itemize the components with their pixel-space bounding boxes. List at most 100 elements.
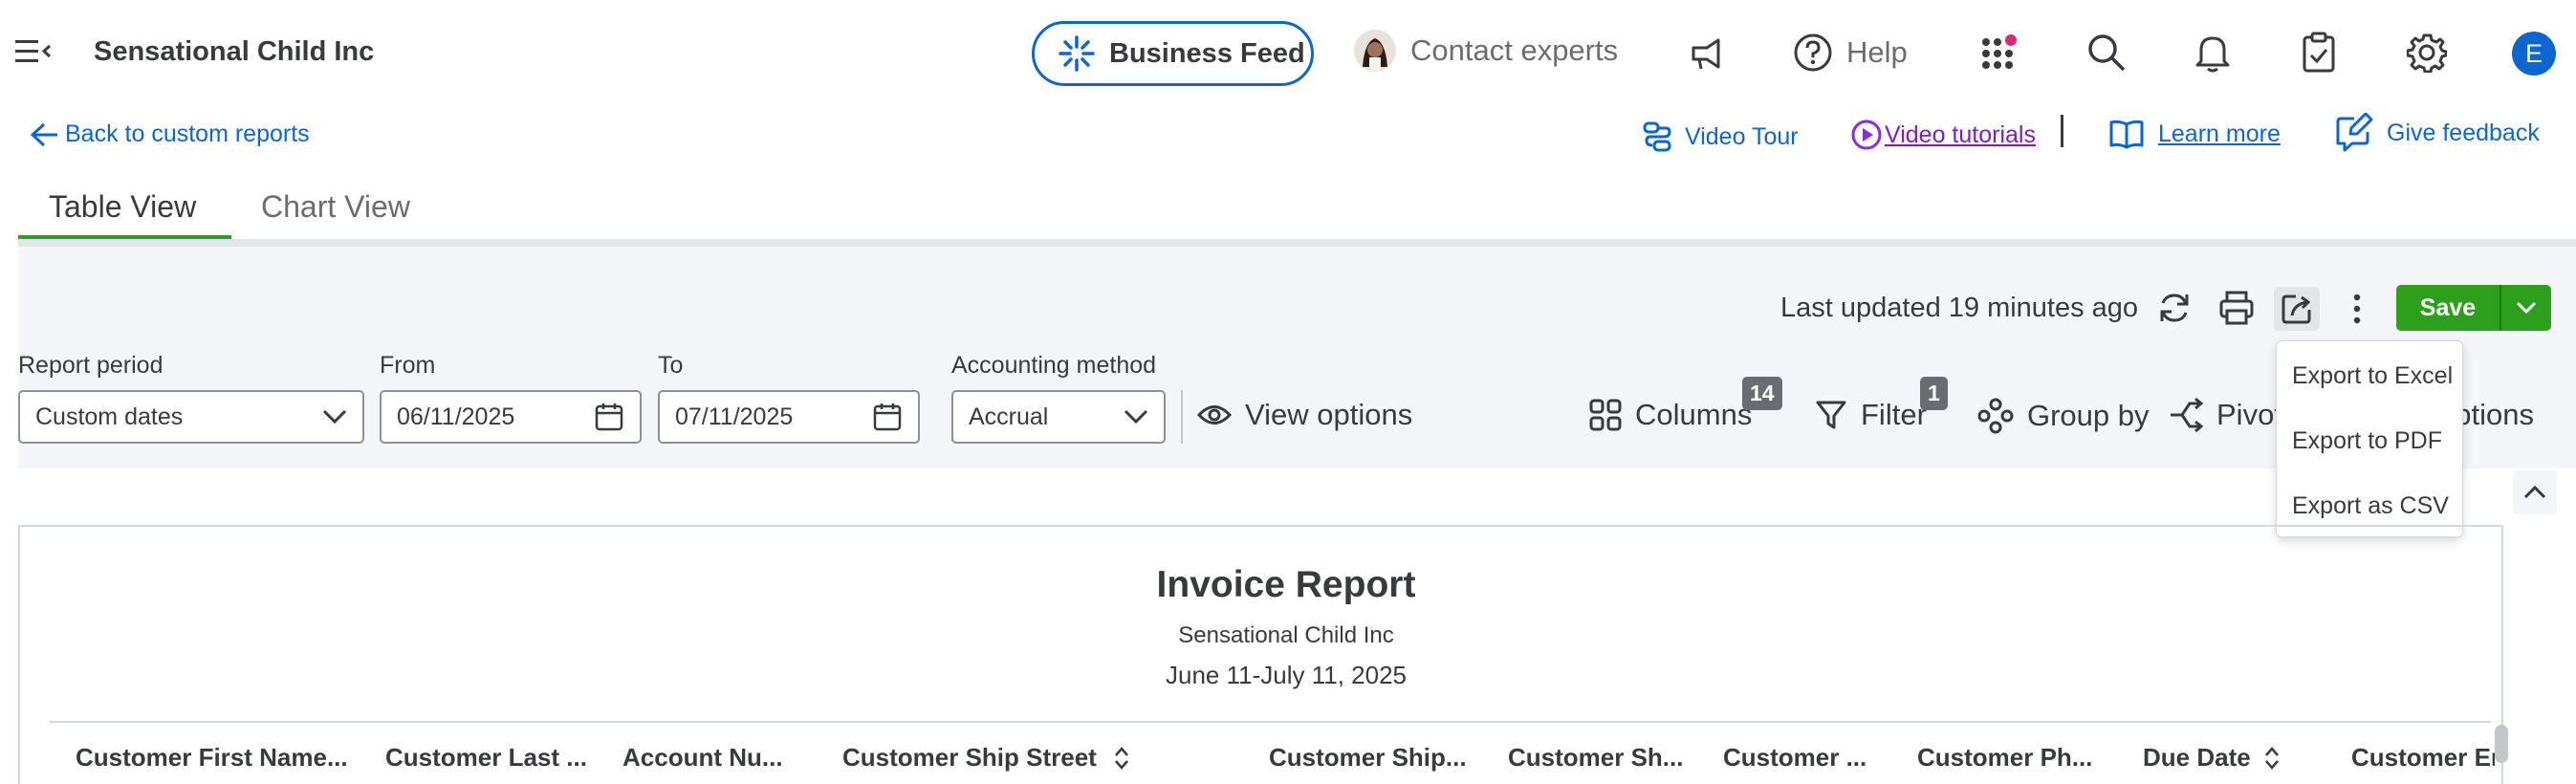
business-feed-button[interactable]: Business Feed bbox=[1032, 21, 1314, 86]
table-header-divider bbox=[50, 721, 2491, 723]
report-period-select[interactable]: Custom dates bbox=[18, 390, 364, 444]
arrow-left-icon bbox=[29, 121, 61, 148]
column-header-label: Customer Ship Street bbox=[842, 743, 1097, 772]
feedback-edit-icon bbox=[2335, 113, 2373, 153]
calendar-icon[interactable] bbox=[594, 402, 624, 432]
column-header-customer-first-name[interactable]: Customer First Name... bbox=[76, 743, 348, 773]
collapse-panel-button[interactable] bbox=[2513, 470, 2557, 514]
chevron-up-icon bbox=[2523, 486, 2546, 499]
from-date-value: 06/11/2025 bbox=[397, 403, 515, 430]
user-avatar[interactable]: E bbox=[2512, 32, 2556, 76]
filters-divider bbox=[1181, 390, 1183, 444]
expert-avatar bbox=[1353, 29, 1397, 73]
column-header-due-date[interactable]: Due Date bbox=[2143, 743, 2280, 773]
column-header-account-number[interactable]: Account Nu... bbox=[622, 743, 783, 773]
column-header-customer-ship-state[interactable]: Customer Sh... bbox=[1508, 743, 1683, 773]
column-header-label: Due Date bbox=[2143, 743, 2251, 772]
filter-label: Filter bbox=[1861, 398, 1927, 431]
columns-label: Columns bbox=[1635, 398, 1753, 431]
back-to-custom-reports-link[interactable]: Back to custom reports bbox=[29, 120, 310, 148]
search-icon[interactable] bbox=[2086, 33, 2127, 73]
to-date-input[interactable]: 07/11/2025 bbox=[658, 390, 920, 444]
view-options-button[interactable]: View options bbox=[1197, 398, 1412, 432]
column-header-customer-ship-city[interactable]: Customer Ship... bbox=[1269, 743, 1467, 773]
menu-toggle-icon[interactable] bbox=[15, 38, 52, 65]
export-menu: Export to Excel Export to PDF Export as … bbox=[2276, 340, 2463, 537]
video-tutorials-link[interactable]: Video tutorials bbox=[1850, 119, 2036, 151]
refresh-icon[interactable] bbox=[2157, 291, 2192, 325]
notification-bell-icon[interactable] bbox=[2194, 33, 2232, 73]
play-circle-icon bbox=[1850, 119, 1883, 151]
column-header-customer-phone[interactable]: Customer Ph... bbox=[1917, 743, 2092, 773]
video-tour-link[interactable]: Video Tour bbox=[1641, 120, 1799, 153]
accounting-method-value: Accrual bbox=[969, 403, 1049, 430]
save-dropdown-chevron-icon[interactable] bbox=[2501, 301, 2551, 315]
contact-experts-label: Contact experts bbox=[1410, 33, 1619, 67]
give-feedback-link[interactable]: Give feedback bbox=[2335, 113, 2540, 153]
to-date-value: 07/11/2025 bbox=[675, 403, 794, 430]
link-divider bbox=[2061, 115, 2063, 147]
export-button[interactable] bbox=[2274, 287, 2320, 331]
learn-more-link[interactable]: Learn more bbox=[2108, 119, 2281, 149]
pivot-arrows-icon bbox=[2169, 398, 2203, 432]
tab-table-view[interactable]: Table View bbox=[49, 189, 196, 225]
help-label: Help bbox=[1846, 35, 1908, 69]
settings-gear-icon[interactable] bbox=[2407, 33, 2447, 73]
save-button[interactable]: Save bbox=[2396, 294, 2500, 322]
column-header-customer-last-name[interactable]: Customer Last ... bbox=[385, 743, 587, 773]
pivot-button[interactable]: Pivot bbox=[2169, 398, 2282, 432]
user-initial: E bbox=[2524, 38, 2543, 68]
view-options-label: View options bbox=[1245, 398, 1413, 431]
to-label: To bbox=[658, 352, 684, 379]
more-options-icon[interactable] bbox=[2348, 293, 2366, 325]
report-period-value: Custom dates bbox=[35, 403, 184, 430]
give-feedback-label: Give feedback bbox=[2387, 119, 2540, 146]
accounting-method-label: Accounting method bbox=[951, 352, 1157, 379]
company-name: Sensational Child Inc bbox=[94, 36, 375, 67]
accounting-method-select[interactable]: Accrual bbox=[951, 390, 1166, 444]
report-company: Sensational Child Inc bbox=[1178, 622, 1394, 648]
sparkle-icon bbox=[1058, 34, 1096, 73]
chevron-down-icon bbox=[322, 409, 347, 425]
pivot-label: Pivot bbox=[2216, 398, 2282, 431]
video-tutorials-label: Video tutorials bbox=[1885, 120, 2036, 148]
columns-grid-icon bbox=[1589, 399, 1622, 431]
column-header-customer-ship-street[interactable]: Customer Ship Street bbox=[842, 743, 1129, 773]
report-period-label: Report period bbox=[18, 352, 164, 379]
eye-icon bbox=[1197, 403, 1232, 427]
export-as-csv-item[interactable]: Export as CSV bbox=[2292, 492, 2449, 520]
route-icon bbox=[1641, 120, 1673, 153]
video-tour-label: Video Tour bbox=[1685, 122, 1799, 150]
columns-button[interactable]: Columns bbox=[1589, 398, 1752, 432]
report-title: Invoice Report bbox=[1156, 564, 1416, 605]
export-icon bbox=[2281, 293, 2313, 325]
megaphone-icon[interactable] bbox=[1688, 34, 1726, 73]
learn-more-label: Learn more bbox=[2158, 120, 2281, 147]
funnel-icon bbox=[1815, 399, 1847, 431]
book-icon bbox=[2108, 119, 2145, 149]
from-label: From bbox=[380, 352, 436, 379]
apps-grid-icon[interactable] bbox=[1980, 33, 2020, 73]
save-split-button[interactable]: Save bbox=[2396, 285, 2551, 331]
group-by-label: Group by bbox=[2027, 399, 2150, 432]
filter-count-badge: 1 bbox=[1920, 377, 1948, 410]
group-by-button[interactable]: Group by bbox=[1977, 398, 2150, 434]
print-icon[interactable] bbox=[2218, 290, 2255, 326]
export-to-pdf-item[interactable]: Export to PDF bbox=[2292, 427, 2442, 455]
contact-experts-button[interactable]: Contact experts bbox=[1353, 29, 1618, 73]
column-header-customer-other[interactable]: Customer ... bbox=[1723, 743, 1867, 773]
sort-icon[interactable] bbox=[1114, 746, 1129, 771]
help-button[interactable]: Help bbox=[1793, 33, 1908, 73]
sort-icon[interactable] bbox=[2264, 746, 2280, 771]
calendar-icon[interactable] bbox=[872, 402, 903, 432]
columns-count-badge: 14 bbox=[1742, 377, 1782, 410]
export-to-excel-item[interactable]: Export to Excel bbox=[2292, 362, 2453, 390]
vertical-scrollbar[interactable] bbox=[2495, 725, 2508, 763]
tab-chart-view[interactable]: Chart View bbox=[261, 189, 410, 225]
report-date-range: June 11-July 11, 2025 bbox=[1166, 661, 1407, 689]
filter-button[interactable]: Filter bbox=[1815, 398, 1927, 432]
tabs-divider bbox=[18, 239, 2576, 247]
from-date-input[interactable]: 06/11/2025 bbox=[380, 390, 642, 444]
tasks-clipboard-icon[interactable] bbox=[2302, 32, 2336, 74]
column-header-customer-email[interactable]: Customer Em bbox=[2351, 743, 2495, 773]
